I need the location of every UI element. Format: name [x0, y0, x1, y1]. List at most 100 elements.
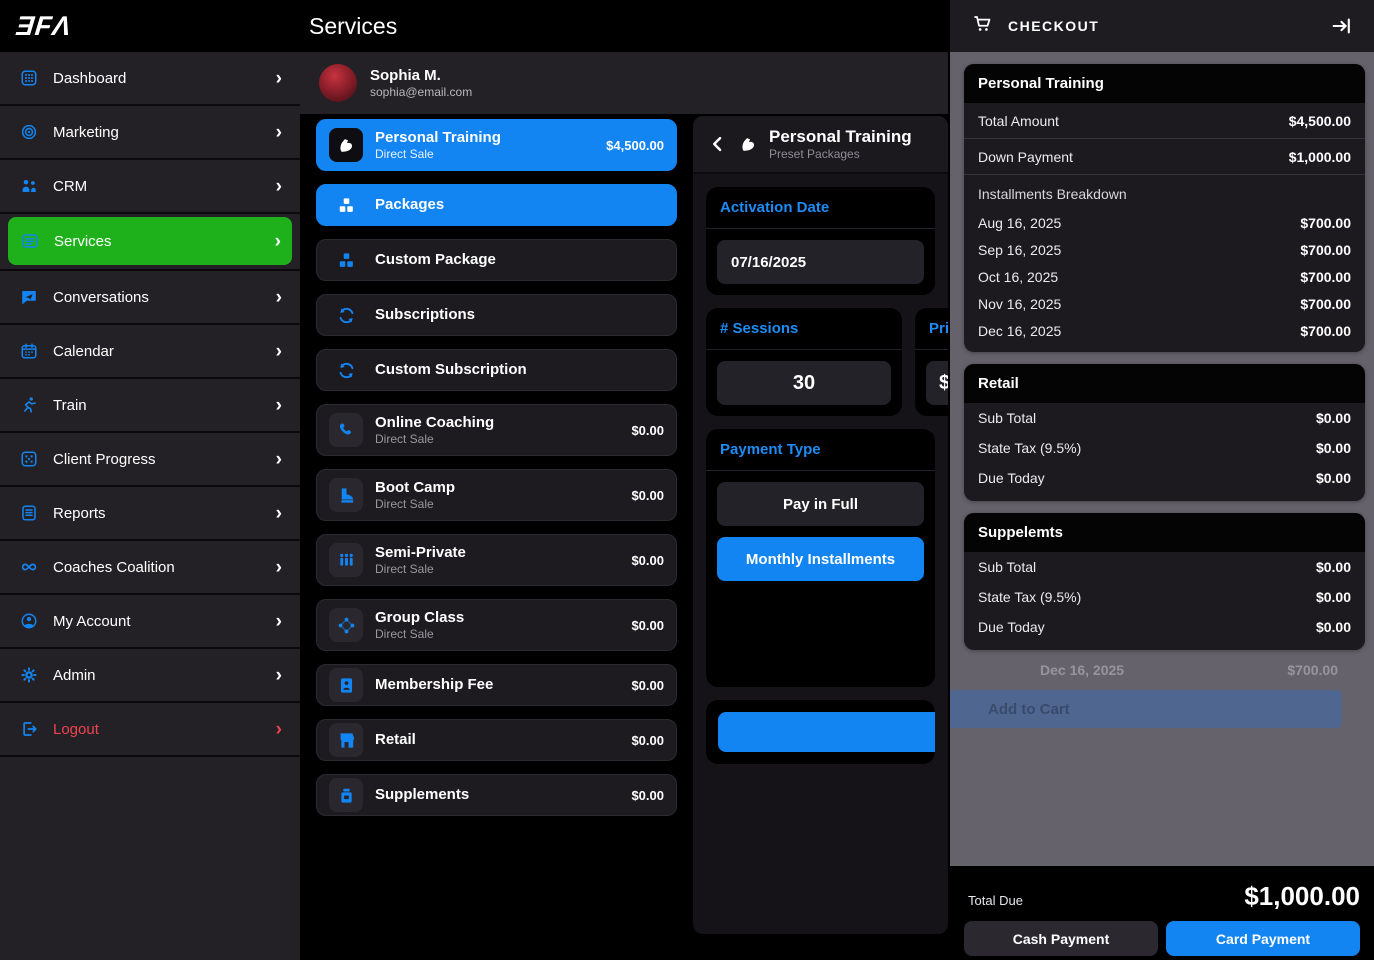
detail-subtitle: Preset Packages	[769, 147, 912, 161]
sidebar-item-label: Admin	[53, 667, 96, 684]
subtotal-row: Sub Total$0.00	[964, 552, 1365, 582]
payment-type-label: Payment Type	[706, 429, 935, 471]
add-to-cart-card	[706, 700, 935, 764]
service-item-semi-private[interactable]: Semi-PrivateDirect Sale $0.00	[316, 534, 677, 586]
activation-date-input[interactable]	[717, 240, 924, 284]
detail-title: Personal Training	[769, 127, 912, 147]
checkout-panel: CHECKOUT Nov 16, 2025$700.00 Dec 16, 202…	[948, 0, 1374, 960]
installments-breakdown-title: Installments Breakdown	[964, 175, 1365, 209]
client-profile-bar[interactable]: Sophia M. sophia@email.com	[300, 52, 948, 114]
collapse-panel-icon[interactable]	[1330, 15, 1352, 37]
train-runner-icon	[18, 396, 40, 414]
price-card: Price $	[915, 308, 948, 416]
account-person-icon	[18, 612, 40, 630]
pay-in-full-button[interactable]: Pay in Full	[717, 482, 924, 526]
title-bar: Services	[300, 0, 948, 52]
state-tax-row: State Tax (9.5%)$0.00	[964, 582, 1365, 612]
service-item-retail[interactable]: Retail $0.00	[316, 719, 677, 761]
chevron-right-icon: ›	[276, 69, 282, 88]
reports-icon	[18, 504, 40, 522]
installment-row: Dec 16, 2025$700.00	[964, 317, 1365, 344]
sidebar-item-client-progress[interactable]: Client Progress ›	[0, 433, 300, 487]
cash-payment-button[interactable]: Cash Payment	[964, 921, 1158, 956]
state-tax-row: State Tax (9.5%)$0.00	[964, 433, 1365, 463]
service-item-subscriptions[interactable]: Subscriptions	[316, 294, 677, 336]
sidebar-item-logout[interactable]: Logout ›	[0, 703, 300, 757]
marketing-icon	[18, 123, 40, 141]
service-item-group-class[interactable]: Group ClassDirect Sale $0.00	[316, 599, 677, 651]
checkout-section-retail: Retail Sub Total$0.00 State Tax (9.5%)$0…	[964, 364, 1365, 501]
sidebar-item-label: Services	[54, 233, 112, 250]
total-due-label: Total Due	[964, 893, 1023, 908]
total-due-value: $1,000.00	[1244, 881, 1360, 912]
sidebar-item-admin[interactable]: Admin ›	[0, 649, 300, 703]
sessions-input[interactable]	[717, 361, 891, 405]
checkout-header: CHECKOUT	[950, 0, 1374, 52]
chevron-right-icon: ›	[276, 666, 282, 685]
sidebar-item-label: Calendar	[53, 343, 114, 360]
back-button[interactable]	[708, 134, 728, 154]
service-amount: $0.00	[631, 618, 664, 633]
service-item-online-coaching[interactable]: Online CoachingDirect Sale $0.00	[316, 404, 677, 456]
checkout-body: Nov 16, 2025$700.00 Dec 16, 2025$700.00 …	[950, 52, 1374, 866]
section-title: Retail	[964, 364, 1365, 403]
service-amount: $0.00	[631, 733, 664, 748]
client-email: sophia@email.com	[370, 85, 472, 99]
packages-icon	[329, 188, 363, 222]
payment-type-card: Payment Type Pay in Full Monthly Install…	[706, 429, 935, 687]
card-payment-button[interactable]: Card Payment	[1166, 921, 1360, 956]
dashboard-icon	[18, 69, 40, 87]
add-to-cart-button[interactable]	[718, 712, 935, 752]
checkout-section-supplements: Suppelemts Sub Total$0.00 State Tax (9.5…	[964, 513, 1365, 650]
installment-row: Sep 16, 2025$700.00	[964, 236, 1365, 263]
chevron-right-icon: ›	[276, 612, 282, 631]
installment-row: Aug 16, 2025$700.00	[964, 209, 1365, 236]
service-item-supplements[interactable]: Supplements $0.00	[316, 774, 677, 816]
sidebar-item-services[interactable]: Services ›	[0, 217, 300, 271]
logo-bar: ƎFΛ	[0, 0, 300, 52]
sidebar-item-marketing[interactable]: Marketing ›	[0, 106, 300, 160]
muscle-arm-icon	[739, 135, 758, 154]
sidebar-item-train[interactable]: Train ›	[0, 379, 300, 433]
client-progress-icon	[18, 450, 40, 468]
sidebar-item-label: My Account	[53, 613, 131, 630]
sidebar-item-reports[interactable]: Reports ›	[0, 487, 300, 541]
service-item-personal-training[interactable]: Personal TrainingDirect Sale $4,500.00	[316, 119, 677, 171]
due-today-row: Due Today$0.00	[964, 612, 1365, 642]
app-window: ƎFΛ Dashboard › Marketing › CRM › Servic…	[0, 0, 1374, 960]
sidebar-item-crm[interactable]: CRM ›	[0, 160, 300, 214]
price-input[interactable]: $	[926, 361, 948, 405]
sidebar-item-label: Train	[53, 397, 87, 414]
monthly-installments-button[interactable]: Monthly Installments	[717, 537, 924, 581]
sessions-price-row: # Sessions Price $	[706, 308, 948, 416]
service-amount: $0.00	[631, 488, 664, 503]
sidebar-item-my-account[interactable]: My Account ›	[0, 595, 300, 649]
sessions-card: # Sessions	[706, 308, 902, 416]
service-item-custom-subscription[interactable]: Custom Subscription	[316, 349, 677, 391]
chevron-right-icon: ›	[276, 177, 282, 196]
sidebar-item-coaches-coalition[interactable]: Coaches Coalition ›	[0, 541, 300, 595]
chevron-right-icon: ›	[276, 123, 282, 142]
avatar	[319, 64, 357, 102]
sidebar: ƎFΛ Dashboard › Marketing › CRM › Servic…	[0, 0, 300, 960]
chevron-right-icon: ›	[276, 504, 282, 523]
service-item-packages[interactable]: Packages	[316, 184, 677, 226]
chevron-right-icon: ›	[275, 232, 281, 251]
checkout-footer: Total Due $1,000.00 Cash Payment Card Pa…	[950, 866, 1374, 960]
section-title: Personal Training	[964, 64, 1365, 103]
subtotal-row: Sub Total$0.00	[964, 403, 1365, 433]
refresh-icon	[329, 298, 363, 332]
sidebar-item-dashboard[interactable]: Dashboard ›	[0, 52, 300, 106]
service-item-membership-fee[interactable]: Membership Fee $0.00	[316, 664, 677, 706]
people-icon	[329, 543, 363, 577]
sidebar-item-calendar[interactable]: Calendar ›	[0, 325, 300, 379]
service-amount: $4,500.00	[606, 138, 664, 153]
services-content: Personal TrainingDirect Sale $4,500.00 P…	[300, 114, 948, 954]
checkout-cards: Personal Training Total Amount$4,500.00 …	[950, 64, 1374, 650]
service-item-boot-camp[interactable]: Boot CampDirect Sale $0.00	[316, 469, 677, 521]
service-item-custom-package[interactable]: Custom Package	[316, 239, 677, 281]
sidebar-item-label: Coaches Coalition	[53, 559, 175, 576]
client-name: Sophia M.	[370, 67, 472, 86]
sidebar-item-conversations[interactable]: Conversations ›	[0, 271, 300, 325]
sidebar-item-label: Logout	[53, 721, 99, 738]
